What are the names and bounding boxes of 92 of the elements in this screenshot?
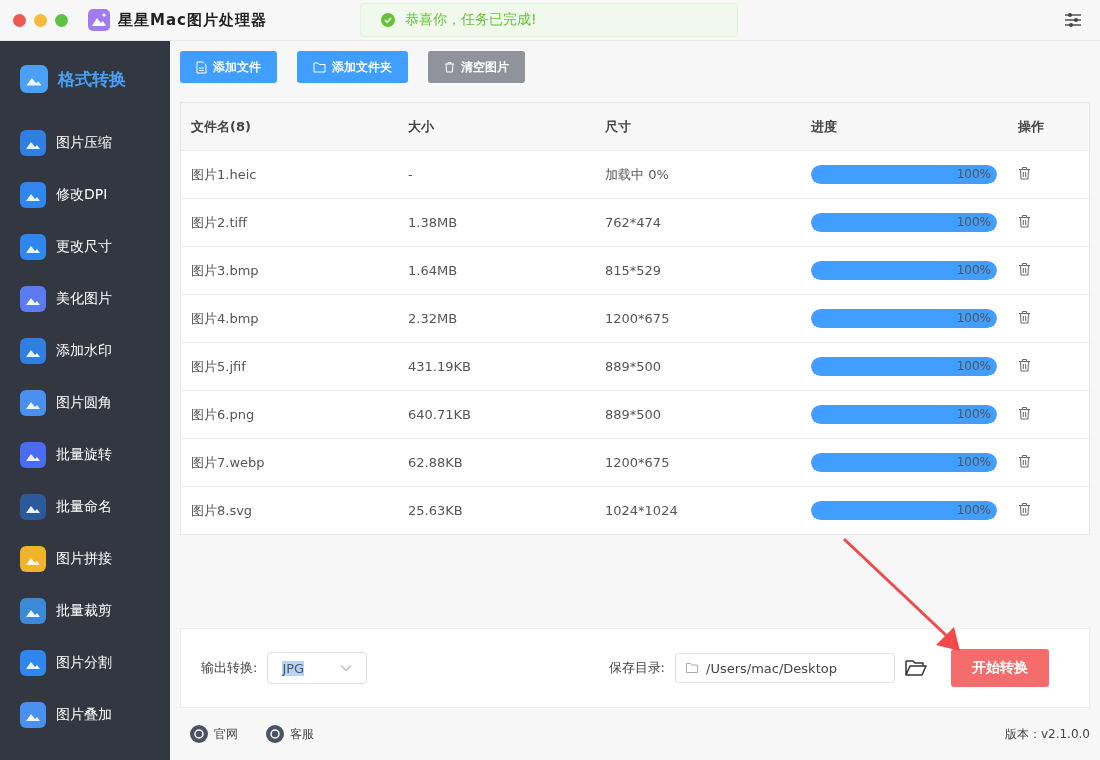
column-header: 文件名(8) [190, 117, 252, 136]
tool-icon [20, 234, 46, 260]
chevron-down-icon [340, 664, 353, 672]
sidebar-item[interactable]: 图片拼接 [0, 533, 170, 585]
table-cell-text: 1200*675 [604, 455, 671, 470]
document-icon [196, 60, 207, 74]
progress-reading: 100% [956, 455, 991, 469]
table-cell-text: 889*500 [604, 359, 663, 374]
progress-reading: 100% [956, 503, 991, 517]
progress-reading: 100% [956, 359, 991, 373]
table-cell-text: 1200*675 [604, 311, 671, 326]
table-cell-text: 640.71KB [407, 407, 472, 422]
table-cell-text: 图片3.bmp [190, 261, 260, 280]
table-cell-text: 1.64MB [407, 263, 459, 278]
format-dropdown[interactable]: JPG [267, 652, 368, 684]
trash-icon[interactable] [1018, 406, 1031, 420]
sidebar-item[interactable]: 批量裁剪 [0, 585, 170, 637]
path-input-field[interactable]: /Users/mac/Desktop [675, 653, 895, 683]
column-header: 尺寸 [604, 117, 632, 136]
footer-link[interactable]: 官网 [190, 725, 238, 743]
trash-icon [444, 61, 455, 73]
output-format-label: 输出转换: [201, 659, 258, 677]
tool-icon [20, 494, 46, 520]
table-cell-text: 图片2.tiff [190, 213, 249, 232]
sidebar-item[interactable]: 批量旋转 [0, 429, 170, 481]
trash-icon[interactable] [1018, 358, 1031, 372]
folder-icon [313, 61, 326, 73]
table-cell-text: 图片4.bmp [190, 309, 260, 328]
link-icon [190, 725, 208, 743]
folder-icon [686, 663, 698, 673]
tool-icon [20, 598, 46, 624]
tool-icon [20, 442, 46, 468]
footer-link[interactable]: 客服 [266, 725, 314, 743]
toast-message: 恭喜你，任务已完成! [405, 11, 537, 29]
progress-reading: 100% [956, 215, 991, 229]
trash-icon[interactable] [1018, 454, 1031, 468]
table-cell-text: - [407, 167, 414, 182]
sidebar-item[interactable]: 图片叠加 [0, 689, 170, 741]
trash-icon[interactable] [1018, 214, 1031, 228]
sidebar-item[interactable]: 图片分割 [0, 637, 170, 689]
sidebar-item[interactable]: 更改尺寸 [0, 221, 170, 273]
tool-icon [20, 286, 46, 312]
link-icon [266, 725, 284, 743]
tool-icon [20, 130, 46, 156]
tool-icon [20, 546, 46, 572]
trash-icon[interactable] [1018, 310, 1031, 324]
table-cell-text: 889*500 [604, 407, 663, 422]
column-header: 操作 [1017, 117, 1045, 136]
sidebar-item[interactable]: 图片圆角 [0, 377, 170, 429]
column-header: 进度 [810, 117, 838, 136]
trash-icon[interactable] [1018, 166, 1031, 180]
progress-reading: 100% [956, 407, 991, 421]
table-cell-text: 815*529 [604, 263, 663, 278]
table-cell-text: 1024*1024 [604, 503, 679, 518]
table-cell-text: 加载中 0% [604, 165, 670, 184]
progress-reading: 100% [956, 311, 991, 325]
app-logo-icon [88, 9, 110, 31]
trash-icon[interactable] [1018, 262, 1031, 276]
table-cell-text: 图片5.jfif [190, 357, 247, 376]
sidebar-item[interactable]: 添加水印 [0, 325, 170, 377]
save-directory-label: 保存目录: [608, 659, 665, 677]
window-title: 星星Mac图片处理器 [118, 10, 267, 30]
sidebar-item[interactable]: 美化图片 [0, 273, 170, 325]
tool-icon [20, 65, 48, 93]
close-window-button[interactable] [13, 13, 26, 27]
progress-reading: 100% [956, 263, 991, 277]
table-cell-text: 25.63KB [407, 503, 464, 518]
version-text: 版本：v2.1.0.0 [1004, 725, 1090, 743]
table-cell-text: 图片7.webp [190, 453, 266, 472]
table-cell-text: 图片6.png [190, 405, 256, 424]
open-folder-icon[interactable] [905, 659, 927, 677]
sidebar-item[interactable]: 批量命名 [0, 481, 170, 533]
progress-reading: 100% [956, 167, 991, 181]
sidebar-item[interactable]: 修改DPI [0, 169, 170, 221]
table-cell-text: 2.32MB [407, 311, 459, 326]
check-circle-icon [381, 13, 395, 27]
tool-icon [20, 338, 46, 364]
table-cell-text: 1.38MB [407, 215, 459, 230]
tool-icon [20, 182, 46, 208]
tool-icon [20, 390, 46, 416]
tool-icon [20, 650, 46, 676]
tool-icon [20, 702, 46, 728]
trash-icon[interactable] [1018, 502, 1031, 516]
sidebar-item[interactable]: 图片压缩 [0, 117, 170, 169]
table-cell-text: 62.88KB [407, 455, 464, 470]
sidebar-item[interactable]: 格式转换 [0, 61, 170, 97]
table-cell-text: 431.19KB [407, 359, 472, 374]
table-cell-text: 图片8.svg [190, 501, 254, 520]
column-header: 大小 [407, 117, 435, 136]
settings-icon[interactable] [1064, 12, 1082, 28]
table-cell-text: 图片1.heic [190, 165, 258, 184]
table-cell-text: 762*474 [604, 215, 663, 230]
